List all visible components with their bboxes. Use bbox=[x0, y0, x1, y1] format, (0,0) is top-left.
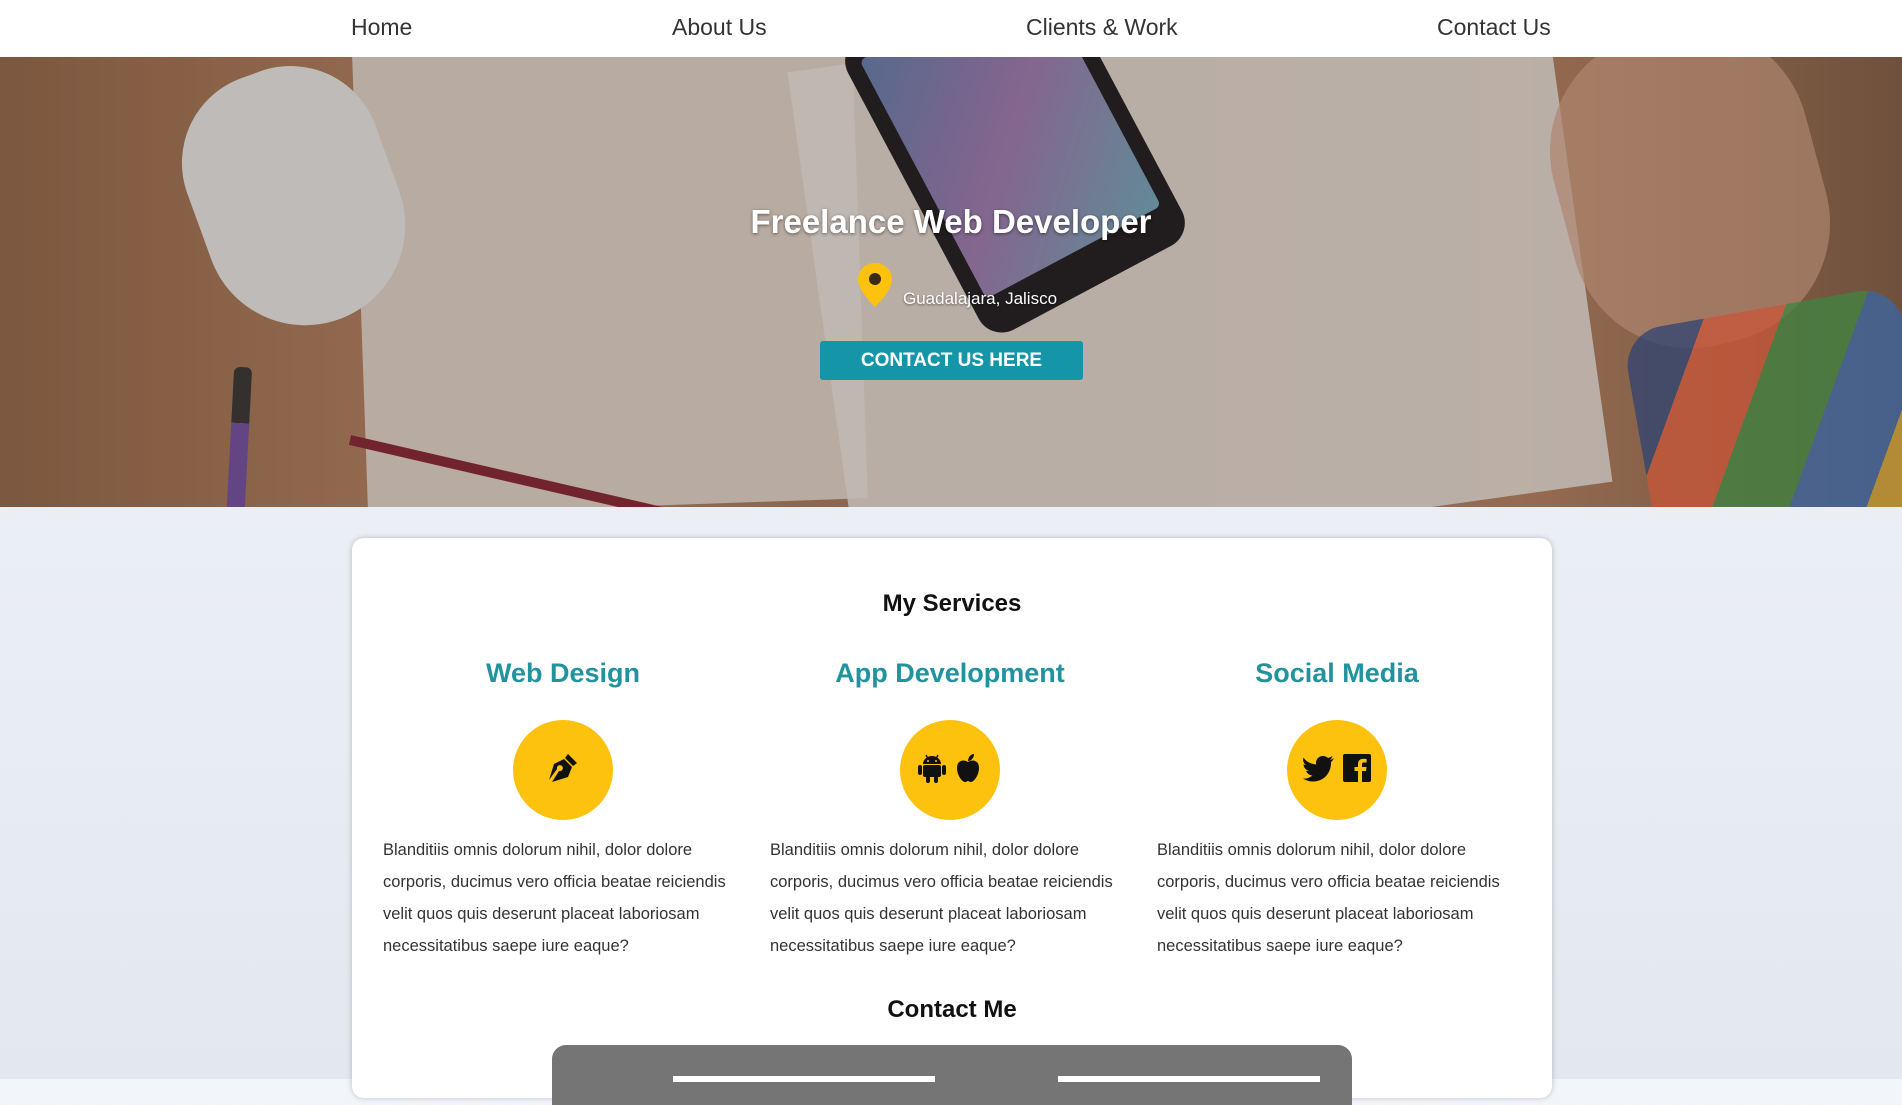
facebook-icon bbox=[1343, 754, 1371, 786]
top-navigation: Home About Us Clients & Work Contact Us bbox=[0, 0, 1902, 57]
service-heading: Web Design bbox=[485, 658, 641, 688]
service-icon-circle bbox=[1287, 720, 1387, 820]
contact-name-input[interactable] bbox=[673, 1076, 935, 1082]
service-web-design: Web Design Blanditiis omnis dolorum nihi… bbox=[383, 658, 743, 962]
android-icon bbox=[918, 753, 946, 787]
service-description: Blanditiis omnis dolorum nihil, dolor do… bbox=[770, 841, 1113, 955]
contact-form-box bbox=[552, 1045, 1352, 1105]
hero-title: Freelance Web Developer bbox=[750, 203, 1152, 240]
nav-contact-link[interactable]: Contact Us bbox=[1437, 14, 1551, 41]
service-heading: App Development bbox=[835, 658, 1065, 688]
contact-us-here-button[interactable]: CONTACT US HERE bbox=[820, 341, 1083, 380]
apple-icon bbox=[954, 753, 982, 787]
services-title: My Services bbox=[882, 590, 1022, 617]
service-description: Blanditiis omnis dolorum nihil, dolor do… bbox=[383, 841, 726, 955]
contact-email-input[interactable] bbox=[1058, 1076, 1320, 1082]
hero-location-text: Guadalajara, Jalisco bbox=[903, 289, 1058, 308]
content-card: My Services Web Design Blanditiis omnis … bbox=[352, 538, 1552, 1105]
service-app-development: App Development Blanditiis omnis dolorum… bbox=[770, 658, 1130, 962]
map-pin-icon bbox=[855, 261, 895, 313]
pen-nib-icon bbox=[546, 751, 580, 789]
service-social-media: Social Media Blanditiis omnis dolorum ni… bbox=[1157, 658, 1517, 962]
contact-title: Contact Me bbox=[887, 996, 1017, 1023]
service-icon-circle bbox=[900, 720, 1000, 820]
nav-about-link[interactable]: About Us bbox=[672, 14, 767, 41]
service-icon-circle bbox=[513, 720, 613, 820]
service-heading: Social Media bbox=[1255, 658, 1419, 688]
hero-banner: Freelance Web Developer Guadalajara, Jal… bbox=[0, 57, 1902, 507]
hero-location: Guadalajara, Jalisco bbox=[855, 263, 1057, 313]
nav-home-link[interactable]: Home bbox=[351, 14, 412, 41]
twitter-icon bbox=[1303, 754, 1335, 786]
nav-clients-work-link[interactable]: Clients & Work bbox=[1026, 14, 1178, 41]
service-description: Blanditiis omnis dolorum nihil, dolor do… bbox=[1157, 841, 1500, 955]
